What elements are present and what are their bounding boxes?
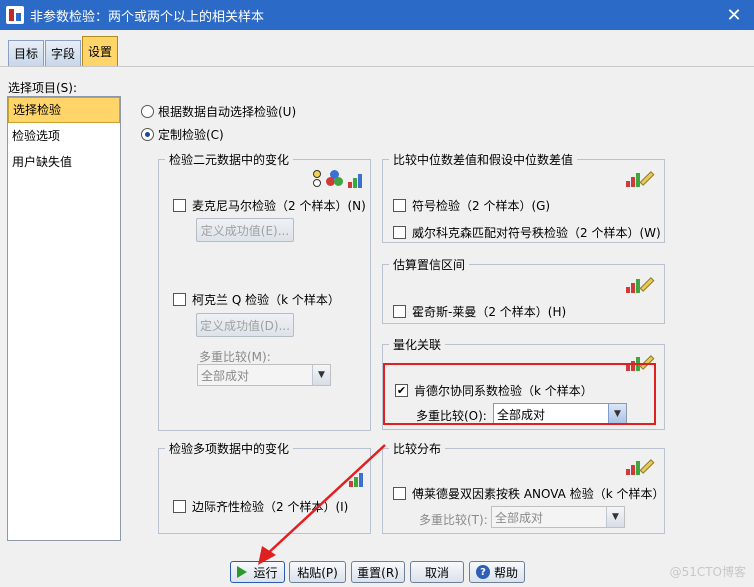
tab-settings[interactable]: 设置 [82, 36, 119, 66]
list-item-user-missing[interactable]: 用户缺失值 [8, 149, 120, 175]
marginal-homogeneity-label: 边际齐性检验（2 个样本）(I) [192, 500, 349, 514]
help-button[interactable]: ? 帮助 [469, 561, 525, 583]
distribution-multi-compare-value: 全部成对 [495, 510, 544, 525]
sign-test-checkbox[interactable] [393, 199, 406, 212]
assoc-group-title: 量化关联 [389, 336, 446, 353]
cancel-button[interactable]: 取消 [410, 561, 464, 583]
window-title: 非参数检验：两个或两个以上的相关样本 [30, 9, 265, 25]
run-label: 运行 [253, 565, 278, 580]
friedman-label: 傅莱德曼双因素按秩 ANOVA 检验（k 个样本） [412, 487, 665, 501]
paste-button[interactable]: 粘贴(P) [289, 561, 346, 583]
play-icon [237, 566, 248, 578]
custom-test-label: 定制检验(C) [158, 128, 224, 142]
multinomial-data-group: 检验多项数据中的变化 边际齐性检验（2 个样本）(I) [158, 440, 371, 534]
binary-data-group: 检验二元数据中的变化 麦克尼马尔检验（2 个样本）(N) 定义成功值(E)...… [158, 151, 371, 431]
cochran-option[interactable]: 柯克兰 Q 检验（k 个样本） [173, 291, 340, 308]
binary-multi-compare-value: 全部成对 [201, 368, 250, 383]
wilcoxon-option[interactable]: 威尔科克森匹配对符号秩检验（2 个样本）(W) [393, 224, 661, 241]
mcnemar-define-success-button[interactable]: 定义成功值(E)... [196, 218, 294, 242]
wilcoxon-label: 威尔科克森匹配对符号秩检验（2 个样本）(W) [412, 226, 661, 240]
auto-select-option[interactable]: 根据数据自动选择检验(U) [141, 103, 296, 120]
help-label: 帮助 [493, 565, 518, 580]
median-difference-group: 比较中位数差值和假设中位数差值 符号检验（2 个样本）(G) 威尔科克森匹配对符… [382, 151, 665, 243]
scale-bars-icon [349, 471, 363, 487]
mcnemar-option[interactable]: 麦克尼马尔检验（2 个样本）(N) [173, 197, 366, 214]
scale-bars-icon [626, 459, 640, 475]
friedman-option[interactable]: 傅莱德曼双因素按秩 ANOVA 检验（k 个样本） [393, 485, 664, 502]
confidence-interval-group: 估算置信区间 霍奇斯-莱曼（2 个样本）(H) [382, 256, 665, 324]
multinomial-group-title: 检验多项数据中的变化 [165, 440, 294, 457]
friedman-checkbox[interactable] [393, 487, 406, 500]
ruler-icon [639, 277, 655, 292]
ruler-icon [639, 171, 655, 186]
mcnemar-label: 麦克尼马尔检验（2 个样本）(N) [192, 199, 366, 213]
cochran-checkbox[interactable] [173, 293, 186, 306]
chevron-down-icon: ▼ [606, 507, 624, 527]
highlight-box [383, 363, 656, 425]
auto-select-label: 根据数据自动选择检验(U) [158, 105, 297, 119]
nominal-measure-icon [312, 170, 322, 188]
scale-bars-icon [626, 171, 640, 187]
tab-fields[interactable]: 字段 [45, 40, 82, 66]
distribution-group-title: 比较分布 [389, 440, 446, 457]
marginal-homogeneity-option[interactable]: 边际齐性检验（2 个样本）(I) [173, 498, 348, 515]
close-icon[interactable]: ✕ [714, 0, 754, 30]
marginal-homogeneity-checkbox[interactable] [173, 500, 186, 513]
ci-group-title: 估算置信区间 [389, 256, 470, 273]
select-items-label: 选择项目(S): [8, 81, 78, 95]
cochran-label: 柯克兰 Q 检验（k 个样本） [192, 293, 340, 307]
app-icon [6, 6, 24, 24]
reset-button[interactable]: 重置(R) [351, 561, 405, 583]
mcnemar-checkbox[interactable] [173, 199, 186, 212]
hodges-lehmann-label: 霍奇斯-莱曼（2 个样本）(H) [412, 305, 567, 319]
hodges-lehmann-option[interactable]: 霍奇斯-莱曼（2 个样本）(H) [393, 303, 566, 320]
compare-distribution-group: 比较分布 傅莱德曼双因素按秩 ANOVA 检验（k 个样本） 多重比较(T): … [382, 440, 665, 534]
distribution-multi-compare-label: 多重比较(T): [419, 513, 488, 527]
auto-select-radio[interactable] [141, 105, 154, 118]
hodges-lehmann-checkbox[interactable] [393, 305, 406, 318]
scale-bars-icon [626, 277, 640, 293]
cochran-define-success-button[interactable]: 定义成功值(D)... [196, 313, 294, 337]
list-item-choose-tests[interactable]: 选择检验 [8, 97, 120, 123]
scale-bars-icon [348, 172, 362, 188]
wilcoxon-checkbox[interactable] [393, 226, 406, 239]
custom-test-option[interactable]: 定制检验(C) [141, 126, 224, 143]
binary-group-title: 检验二元数据中的变化 [165, 151, 294, 168]
select-items-list: 选择检验 检验选项 用户缺失值 [7, 96, 121, 541]
list-item-test-options[interactable]: 检验选项 [8, 123, 120, 149]
help-icon: ? [475, 565, 490, 579]
ruler-icon [639, 459, 655, 474]
sign-test-option[interactable]: 符号检验（2 个样本）(G) [393, 197, 550, 214]
median-group-title: 比较中位数差值和假设中位数差值 [389, 151, 578, 168]
watermark: @51CTO博客 [669, 565, 746, 579]
tab-objective[interactable]: 目标 [8, 40, 45, 66]
tab-bar: 目标 字段 设置 [8, 36, 119, 66]
custom-test-radio[interactable] [141, 128, 154, 141]
distribution-multi-compare-select[interactable]: 全部成对 ▼ [491, 506, 625, 528]
title-bar: 非参数检验：两个或两个以上的相关样本 ✕ [0, 0, 754, 30]
chevron-down-icon: ▼ [312, 365, 330, 385]
sign-test-label: 符号检验（2 个样本）(G) [412, 199, 551, 213]
run-button[interactable]: 运行 [230, 561, 285, 583]
binary-multi-compare-select[interactable]: 全部成对 ▼ [197, 364, 331, 386]
categorical-icon [326, 170, 344, 188]
binary-multi-compare-label: 多重比较(M): [199, 350, 271, 364]
